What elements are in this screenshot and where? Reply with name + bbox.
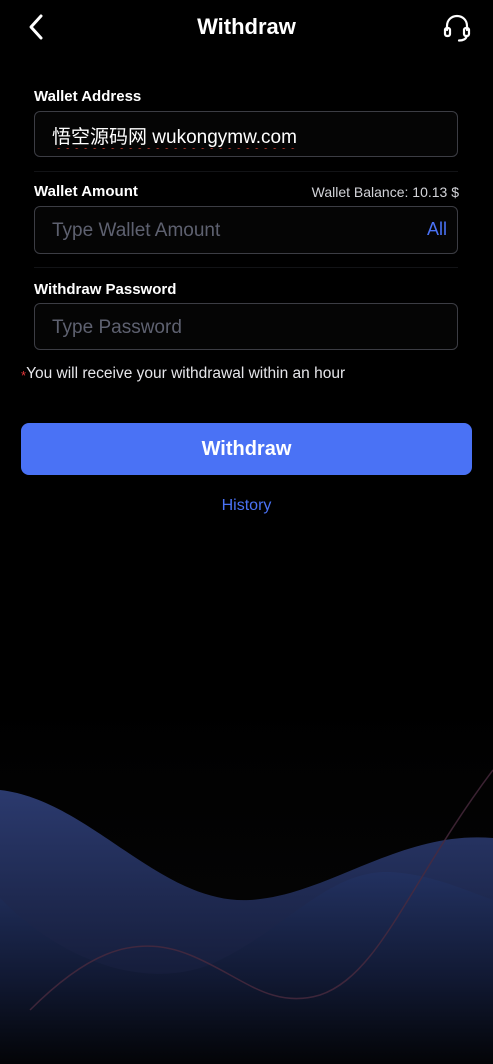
notice-text: You will receive your withdrawal within … (26, 365, 346, 382)
headset-icon (443, 14, 471, 42)
divider (34, 171, 458, 172)
withdraw-password-label: Withdraw Password (34, 281, 177, 298)
wallet-amount-input[interactable] (50, 207, 424, 255)
wallet-amount-label: Wallet Amount (34, 183, 138, 200)
background-waves (0, 695, 493, 1064)
support-button[interactable] (441, 12, 473, 44)
wallet-address-field[interactable] (34, 111, 458, 158)
wallet-balance-text: Wallet Balance: 10.13 $ (311, 184, 459, 200)
all-button[interactable]: All (427, 219, 447, 240)
withdraw-password-field[interactable] (34, 303, 458, 351)
withdrawal-notice: *You will receive your withdrawal within… (21, 365, 345, 383)
history-link[interactable]: History (0, 497, 493, 515)
withdraw-page: Withdraw Wallet Address Wallet Amount Wa… (0, 0, 493, 1064)
withdraw-password-input[interactable] (50, 304, 424, 351)
wallet-address-label: Wallet Address (34, 88, 142, 105)
page-title: Withdraw (197, 14, 296, 39)
wallet-amount-field[interactable]: All (34, 206, 458, 255)
divider (34, 267, 458, 268)
required-star: * (21, 368, 27, 383)
header-bar: Withdraw (0, 0, 493, 56)
withdraw-submit-button[interactable]: Withdraw (21, 423, 472, 475)
wallet-address-input[interactable] (50, 112, 424, 158)
